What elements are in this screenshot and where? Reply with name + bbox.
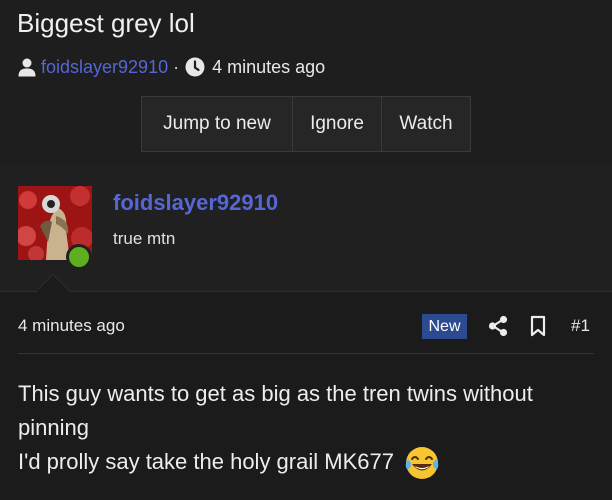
ignore-button[interactable]: Ignore — [292, 97, 381, 151]
share-icon[interactable] — [488, 315, 508, 337]
jump-to-new-button[interactable]: Jump to new — [142, 97, 292, 151]
user-title: true mtn — [113, 229, 176, 248]
post-body-line: This guy wants to get as big as the tren… — [18, 381, 533, 440]
crying-laughing-emoji-icon — [404, 445, 440, 481]
post-body-text: I'd prolly say take the holy grail MK677 — [18, 449, 394, 474]
thread-time[interactable]: 4 minutes ago — [212, 57, 325, 78]
post-body-line-with-emoji: I'd prolly say take the holy grail MK677 — [18, 445, 598, 481]
new-badge: New — [422, 314, 467, 339]
thread-title: Biggest grey lol — [17, 8, 195, 38]
thread-header: Biggest grey lol foidslayer92910 · 4 min… — [0, 0, 612, 166]
thread-author-link[interactable]: foidslayer92910 — [41, 57, 168, 78]
post-user-block: foidslayer92910 true mtn — [0, 166, 612, 311]
thread-meta: foidslayer92910 · 4 minutes ago — [17, 54, 325, 80]
bookmark-icon[interactable] — [530, 315, 546, 337]
post: foidslayer92910 true mtn 4 minutes ago N… — [0, 166, 612, 500]
thread-action-buttons: Jump to new Ignore Watch — [141, 96, 471, 152]
post-username[interactable]: foidslayer92910 — [113, 190, 278, 216]
clock-icon — [185, 57, 205, 77]
post-number-link[interactable]: #1 — [571, 316, 590, 336]
user-icon — [17, 57, 37, 77]
post-meta-bar: 4 minutes ago New #1 — [18, 312, 594, 354]
online-status-indicator — [66, 244, 92, 270]
post-time[interactable]: 4 minutes ago — [18, 316, 125, 336]
post-body: This guy wants to get as big as the tren… — [18, 377, 598, 481]
watch-button[interactable]: Watch — [381, 97, 470, 151]
message-pointer — [34, 273, 72, 311]
meta-separator: · — [173, 56, 180, 77]
